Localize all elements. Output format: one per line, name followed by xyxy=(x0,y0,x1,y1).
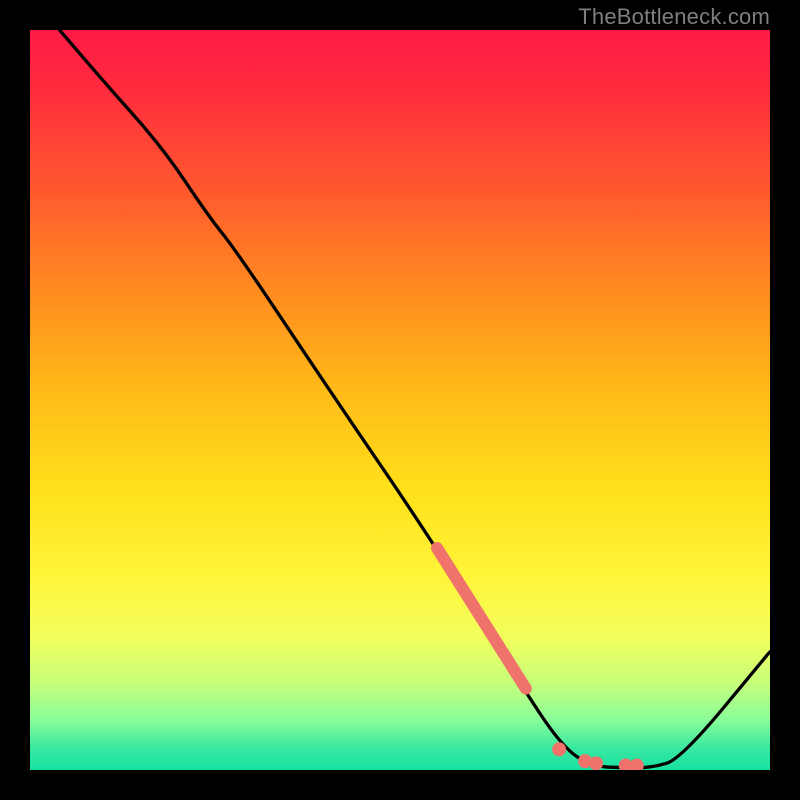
chart-frame: TheBottleneck.com xyxy=(0,0,800,800)
highlight-dot xyxy=(630,759,644,770)
curve-layer xyxy=(30,30,770,770)
highlight-dot xyxy=(552,742,566,756)
bottleneck-curve-path xyxy=(60,30,770,768)
plot-area xyxy=(30,30,770,770)
highlight-dot xyxy=(589,756,603,770)
highlight-segment xyxy=(437,548,526,689)
watermark-text: TheBottleneck.com xyxy=(578,4,770,30)
